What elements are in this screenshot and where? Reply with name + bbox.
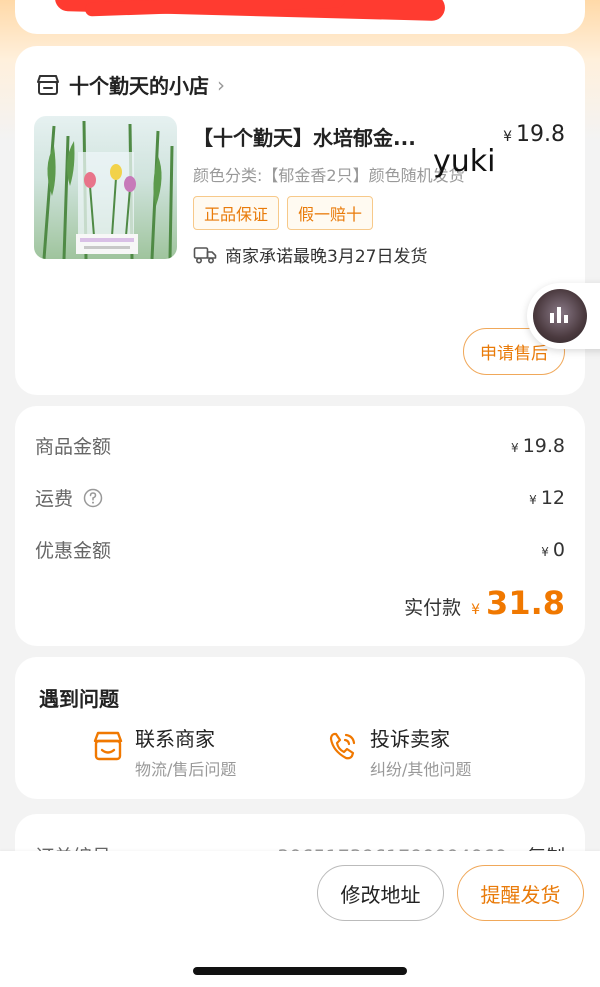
amount-row-goods: 商品金额 ¥19.8: [35, 432, 565, 459]
home-indicator[interactable]: [193, 967, 407, 975]
product-price: ¥19.8: [503, 122, 565, 147]
chevron-right-icon: ›: [217, 72, 225, 97]
change-address-button[interactable]: 修改地址: [317, 865, 444, 921]
total-paid: 实付款 ¥ 31.8: [404, 584, 565, 622]
amount-card: 商品金额 ¥19.8 运费 ¥12 优惠金额 ¥0 实付款 ¥ 31.8: [15, 406, 585, 646]
store-icon: [93, 731, 123, 761]
address-card: [15, 0, 585, 34]
total-value: 31.8: [486, 584, 565, 622]
problem-item-subtitle: 纠纷/其他问题: [370, 760, 472, 779]
problem-item-subtitle: 物流/售后问题: [135, 760, 237, 779]
amount-label: 商品金额: [35, 436, 112, 458]
amount-value: ¥19.8: [511, 435, 565, 457]
problem-item-title: 投诉卖家: [370, 727, 450, 751]
tag-fake-compensation: 假一赔十: [287, 196, 374, 230]
bottom-action-bar: 修改地址 提醒发货: [0, 851, 600, 987]
product-thumbnail[interactable]: [34, 116, 177, 259]
shipping-promise: 商家承诺最晚3月27日发货: [193, 242, 427, 267]
audio-bars-icon: [550, 307, 568, 323]
total-label: 实付款: [404, 597, 462, 619]
amount-label: 运费: [35, 488, 74, 510]
amount-number: 0: [552, 538, 565, 561]
shop-header[interactable]: 十个勤天的小店 ›: [35, 70, 225, 99]
truck-icon: [193, 246, 217, 264]
amount-row-discount: 优惠金额 ¥0: [35, 536, 565, 563]
amount-value: ¥0: [541, 539, 565, 561]
tag-authentic: 正品保证: [193, 196, 280, 230]
product-price-value: 19.8: [516, 122, 565, 147]
product-tags: 正品保证 假一赔十: [193, 196, 374, 230]
contact-merchant-button[interactable]: 联系商家 物流/售后问题: [91, 723, 236, 780]
remind-shipping-button[interactable]: 提醒发货: [457, 865, 584, 921]
problem-title: 遇到问题: [39, 687, 119, 711]
amount-number: 12: [540, 486, 565, 509]
handwritten-overlay: yuki: [433, 144, 496, 179]
problem-card: 遇到问题 联系商家 物流/售后问题 投诉卖家 纠纷/其他问题: [15, 657, 585, 799]
amount-value: ¥12: [529, 487, 565, 509]
shop-name: 十个勤天的小店: [69, 74, 209, 98]
phone-icon: [329, 732, 356, 760]
complain-seller-button[interactable]: 投诉卖家 纠纷/其他问题: [326, 723, 471, 780]
shipping-promise-text: 商家承诺最晚3月27日发货: [225, 247, 428, 267]
amount-row-shipping: 运费 ¥12: [35, 484, 565, 511]
question-icon[interactable]: [83, 488, 103, 508]
problem-item-title: 联系商家: [135, 727, 215, 751]
currency-symbol: ¥: [511, 440, 519, 455]
currency-symbol: ¥: [541, 544, 549, 559]
amount-label-shipping: 运费: [35, 484, 103, 511]
amount-label: 优惠金额: [35, 540, 112, 562]
currency-symbol: ¥: [529, 492, 537, 507]
shop-icon: [37, 74, 59, 95]
tulip-image: [42, 120, 174, 259]
product-title[interactable]: 【十个勤天】水培郁金...: [193, 122, 443, 151]
currency-symbol: ¥: [471, 602, 481, 618]
amount-number: 19.8: [522, 434, 565, 457]
floating-avatar-button[interactable]: [527, 283, 600, 349]
currency-symbol: ¥: [503, 129, 513, 145]
product-card: 十个勤天的小店 › 【十个勤天】水培郁金... ¥19.8 颜色分类:【郁金香2: [15, 46, 585, 395]
